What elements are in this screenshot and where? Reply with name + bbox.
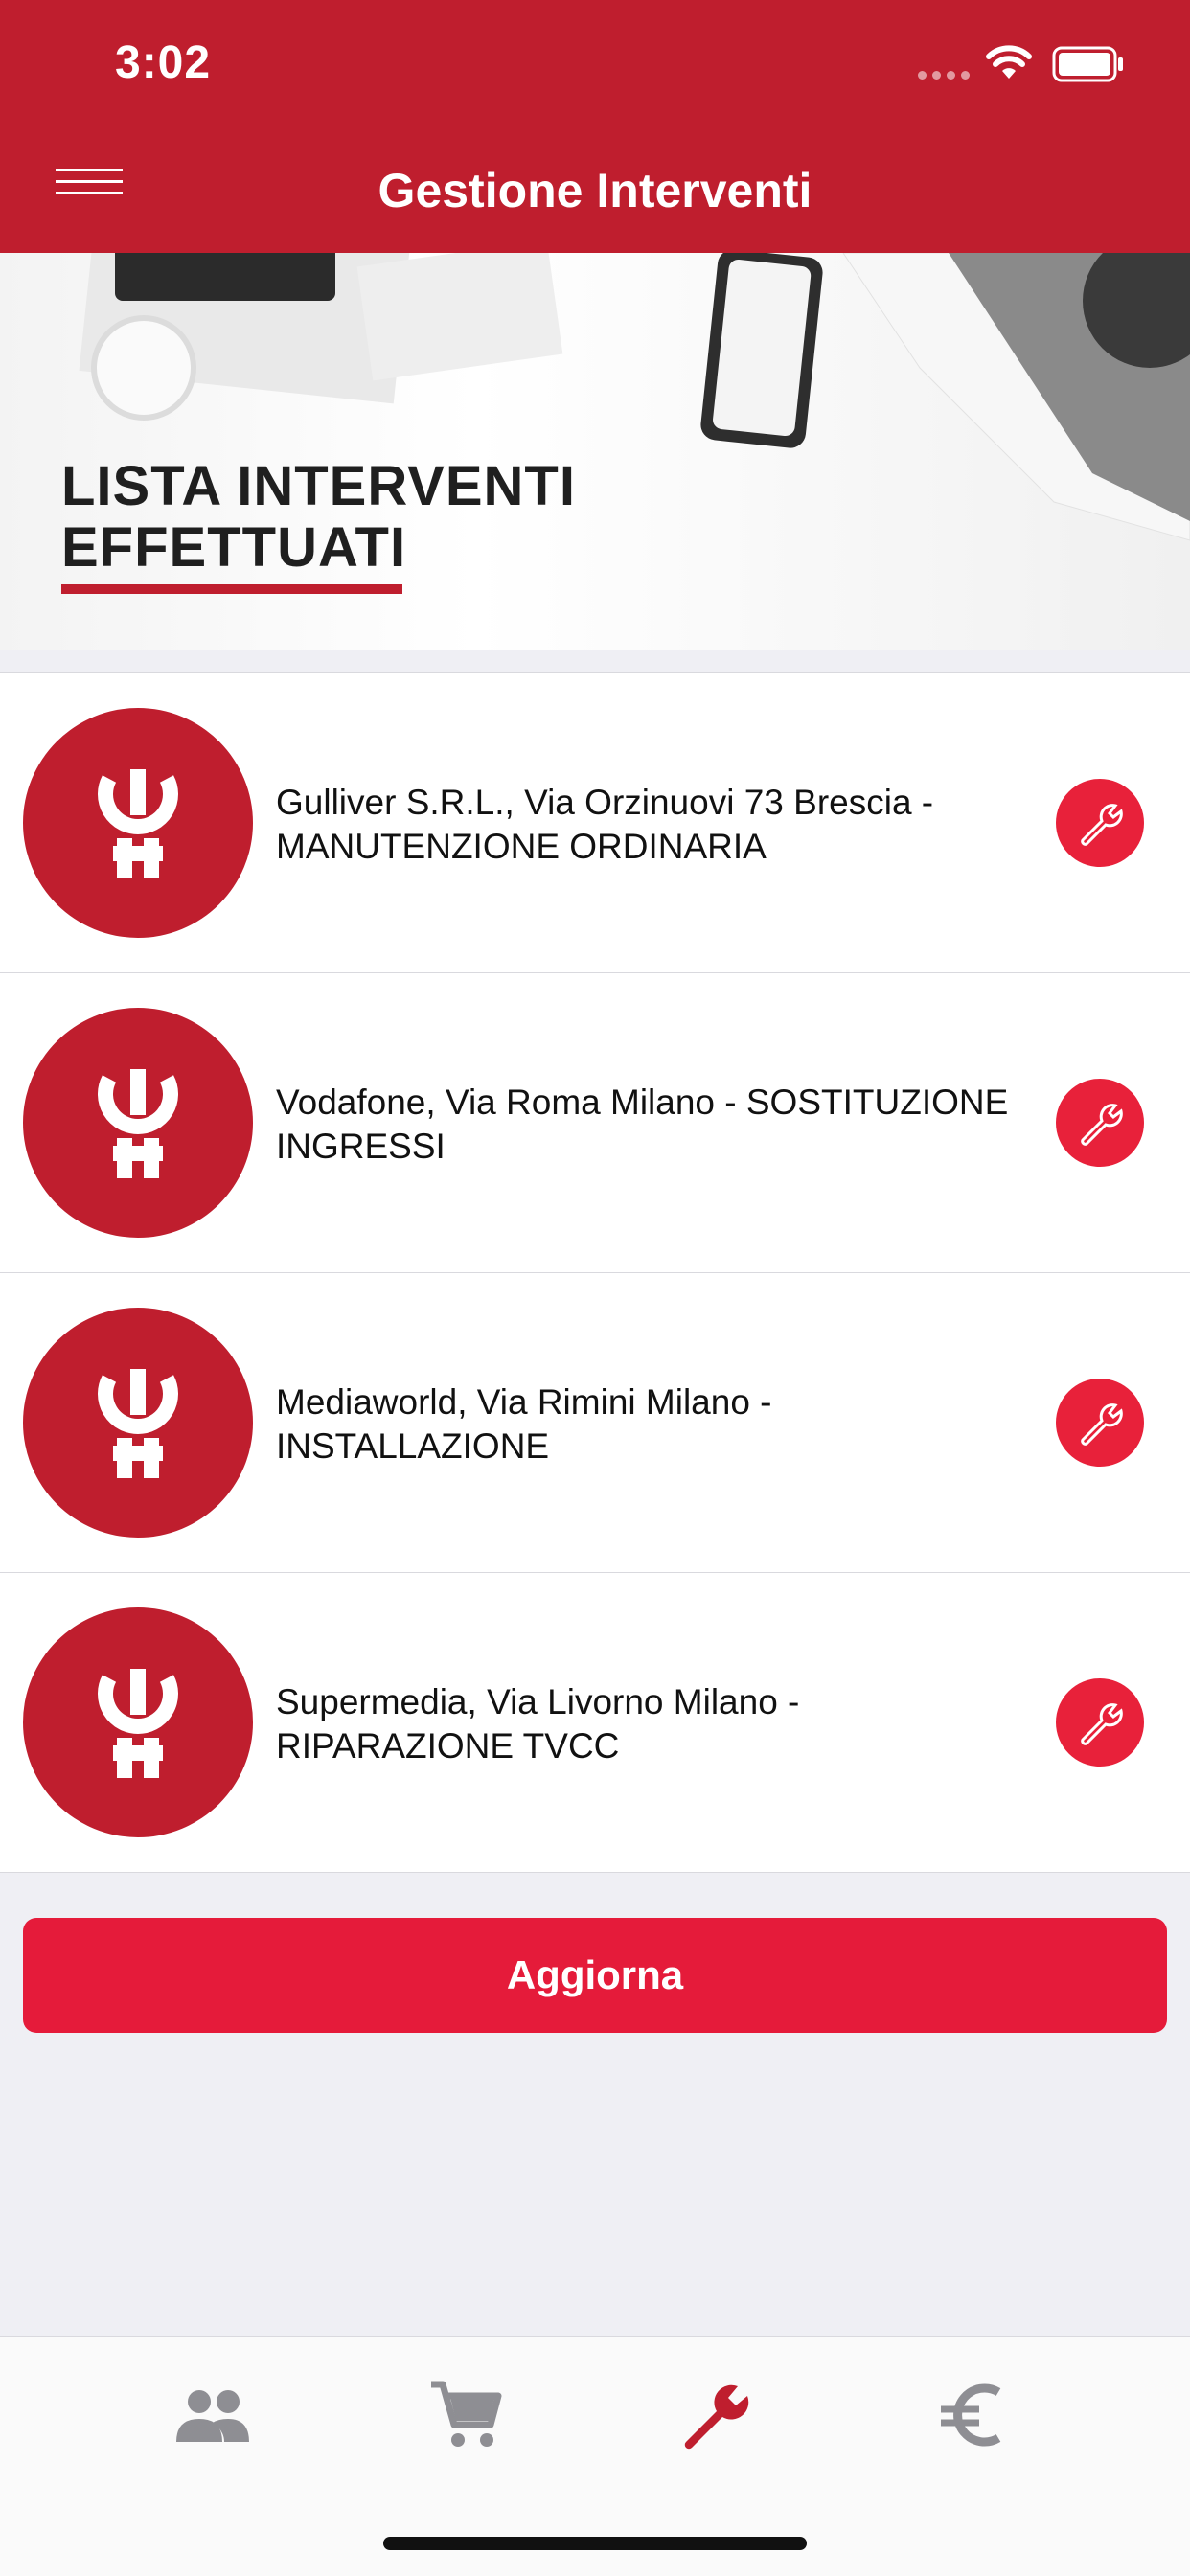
banner-title-line2: EFFETTUATI xyxy=(61,516,407,579)
interventions-list: Gulliver S.R.L., Via Orzinuovi 73 Bresci… xyxy=(0,672,1190,1873)
home-indicator[interactable] xyxy=(383,2537,807,2550)
banner-title: LISTA INTERVENTI EFFETTUATI xyxy=(61,456,576,579)
tab-interventions[interactable] xyxy=(671,2367,767,2463)
intervention-text: Mediaworld, Via Rimini Milano - INSTALLA… xyxy=(276,1382,772,1466)
page-title: Gestione Interventi xyxy=(378,164,812,217)
service-logo-icon xyxy=(23,1607,253,1837)
list-item[interactable]: Supermedia, Via Livorno Milano - RIPARAZ… xyxy=(0,1573,1190,1872)
list-item[interactable]: Gulliver S.R.L., Via Orzinuovi 73 Bresci… xyxy=(0,673,1190,973)
tab-payments[interactable] xyxy=(926,2367,1021,2463)
intervention-text: Gulliver S.R.L., Via Orzinuovi 73 Bresci… xyxy=(276,783,934,866)
tab-people[interactable] xyxy=(165,2367,261,2463)
list-item[interactable]: Mediaworld, Via Rimini Milano - INSTALLA… xyxy=(0,1273,1190,1573)
wrench-button[interactable] xyxy=(1056,1678,1144,1767)
header-banner: LISTA INTERVENTI EFFETTUATI xyxy=(0,253,1190,650)
service-logo-icon xyxy=(23,708,253,938)
intervention-text: Supermedia, Via Livorno Milano - RIPARAZ… xyxy=(276,1682,800,1766)
wrench-button[interactable] xyxy=(1056,779,1144,867)
cart-icon xyxy=(431,2381,502,2447)
wifi-icon xyxy=(986,45,1032,79)
status-time: 3:02 xyxy=(115,37,212,88)
wrench-button[interactable] xyxy=(1056,1379,1144,1467)
service-logo-icon xyxy=(23,1308,253,1538)
list-item[interactable]: Vodafone, Via Roma Milano - SOSTITUZIONE… xyxy=(0,973,1190,1273)
wrench-icon xyxy=(1081,1403,1123,1446)
people-icon xyxy=(176,2390,249,2442)
battery-icon xyxy=(1052,46,1123,82)
cellular-signal-icon xyxy=(918,71,975,82)
app-header: 3:02 Gestione Interventi xyxy=(0,0,1190,253)
wrench-button[interactable] xyxy=(1056,1079,1144,1167)
wrench-icon xyxy=(1081,1703,1123,1745)
wrench-icon xyxy=(1081,804,1123,846)
tab-cart[interactable] xyxy=(418,2367,514,2463)
refresh-button[interactable]: Aggiorna xyxy=(23,1918,1167,2033)
wrench-icon xyxy=(684,2384,749,2450)
intervention-text: Vodafone, Via Roma Milano - SOSTITUZIONE… xyxy=(276,1083,1009,1166)
wrench-icon xyxy=(1081,1104,1123,1146)
euro-icon xyxy=(941,2383,1001,2447)
banner-underline xyxy=(61,584,402,594)
banner-title-line1: LISTA INTERVENTI xyxy=(61,455,576,517)
service-logo-icon xyxy=(23,1008,253,1238)
